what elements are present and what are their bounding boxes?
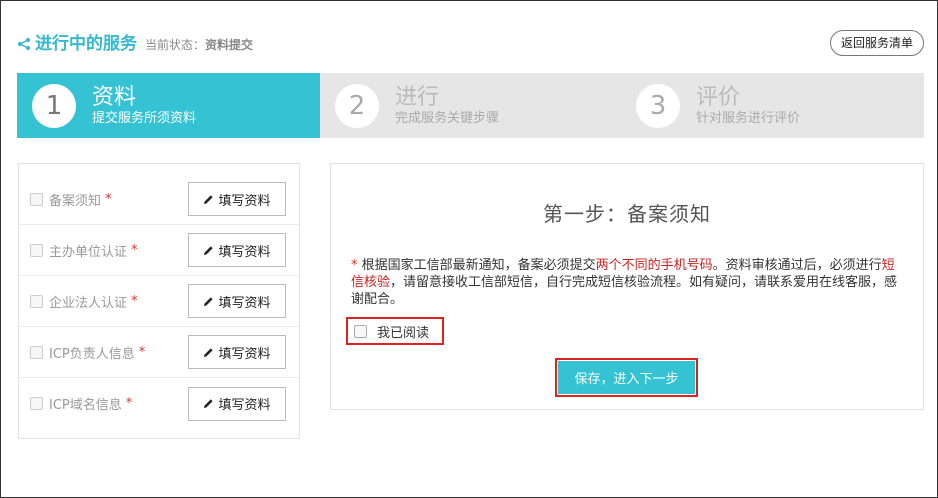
notice-part: 根据国家工信部最新通知，备案必须提交 <box>357 258 596 273</box>
status-value: 资料提交 <box>205 38 254 52</box>
required-mark: * <box>131 242 138 258</box>
fill-info-button[interactable]: 填写资料 <box>188 386 286 421</box>
pencil-icon <box>204 296 214 306</box>
task-label: ICP负责人信息 <box>49 346 135 362</box>
required-mark: * <box>125 396 133 411</box>
fill-info-button[interactable]: 填写资料 <box>188 182 286 216</box>
notice-part: 。资料审核通过后，必须进行 <box>712 258 882 273</box>
step-title: 评价 <box>696 84 741 110</box>
step-2: 2 进行 完成服务关键步骤 <box>320 73 499 138</box>
page-header: 进行中的服务 当前状态： 资料提交 <box>17 29 253 59</box>
step-title: 资料 <box>92 84 137 110</box>
task-checkbox[interactable] <box>30 243 43 257</box>
page-title: 进行中的服务 <box>35 34 137 54</box>
task-row: ICP负责人信息 * 填写资料 <box>19 327 299 378</box>
progress-steps: 1 资料 提交服务所须资料 2 进行 完成服务关键步骤 3 评价 针对服务进行评… <box>17 73 924 138</box>
required-mark: * <box>131 293 138 309</box>
read-confirm[interactable]: 我已阅读 <box>346 317 444 345</box>
task-checkbox[interactable] <box>30 397 43 410</box>
task-row: 企业法人认证 * 填写资料 <box>19 276 299 327</box>
task-row: ICP域名信息 * 填写资料 <box>19 378 299 429</box>
task-label: ICP域名信息 <box>49 398 122 413</box>
notice-highlight: 两个不同的手机号码 <box>595 258 713 273</box>
notice-text: * 根据国家工信部最新通知，备案必须提交两个不同的手机号码。资料审核通过后，必须… <box>351 257 907 308</box>
save-next-button[interactable]: 保存，进入下一步 <box>558 361 695 394</box>
step-1: 1 资料 提交服务所须资料 <box>17 73 320 138</box>
pencil-icon <box>204 194 214 204</box>
task-label: 备案须知 <box>49 193 102 209</box>
task-row: 主办单位认证 * 填写资料 <box>19 225 299 276</box>
task-checkbox[interactable] <box>30 192 43 206</box>
fill-info-label: 填写资料 <box>218 244 271 260</box>
step-content-panel: 第一步：备案须知 * 根据国家工信部最新通知，备案必须提交两个不同的手机号码。资… <box>330 163 924 410</box>
read-checkbox[interactable] <box>354 324 367 338</box>
notice-part: ，请留意接收工信部短信，自行完成短信核验流程。如有疑问，请联系爱用在线客服，感谢… <box>351 275 898 307</box>
panel-title: 第一步：备案须知 <box>543 202 711 226</box>
task-label: 企业法人认证 <box>49 295 128 311</box>
fill-info-button[interactable]: 填写资料 <box>188 233 286 267</box>
step-number: 1 <box>32 83 76 128</box>
fill-info-label: 填写资料 <box>218 193 271 209</box>
task-label: 主办单位认证 <box>49 244 128 260</box>
share-icon <box>18 38 30 50</box>
step-number: 2 <box>335 83 379 128</box>
fill-info-label: 填写资料 <box>218 398 271 413</box>
fill-info-button[interactable]: 填写资料 <box>188 335 286 369</box>
pencil-icon <box>204 347 214 357</box>
task-row: 备案须知 * 填写资料 <box>19 174 299 225</box>
save-button-wrapper: 保存，进入下一步 <box>555 358 698 397</box>
step-desc: 针对服务进行评价 <box>696 110 801 126</box>
pencil-icon <box>204 245 214 255</box>
task-checkbox[interactable] <box>30 294 43 308</box>
fill-info-label: 填写资料 <box>218 346 271 362</box>
step-number: 3 <box>636 83 680 128</box>
task-list: 备案须知 * 填写资料 主办单位认证 * 填写资料 企业法人认证 * 填写资料 <box>18 163 300 439</box>
required-mark: * <box>138 344 146 360</box>
fill-info-button[interactable]: 填写资料 <box>188 284 286 318</box>
back-to-service-list-button[interactable]: 返回服务清单 <box>829 30 924 56</box>
task-checkbox[interactable] <box>30 345 43 359</box>
fill-info-label: 填写资料 <box>218 295 271 311</box>
pencil-icon <box>204 399 214 409</box>
step-desc: 提交服务所须资料 <box>92 110 197 126</box>
read-label: 我已阅读 <box>377 325 430 341</box>
required-mark: * <box>105 191 112 207</box>
step-title: 进行 <box>395 84 440 110</box>
status-label: 当前状态： <box>145 38 206 52</box>
step-3: 3 评价 针对服务进行评价 <box>621 73 800 138</box>
app-frame: 进行中的服务 当前状态： 资料提交 返回服务清单 1 资料 提交服务所须资料 2… <box>0 0 938 498</box>
step-desc: 完成服务关键步骤 <box>395 110 500 126</box>
